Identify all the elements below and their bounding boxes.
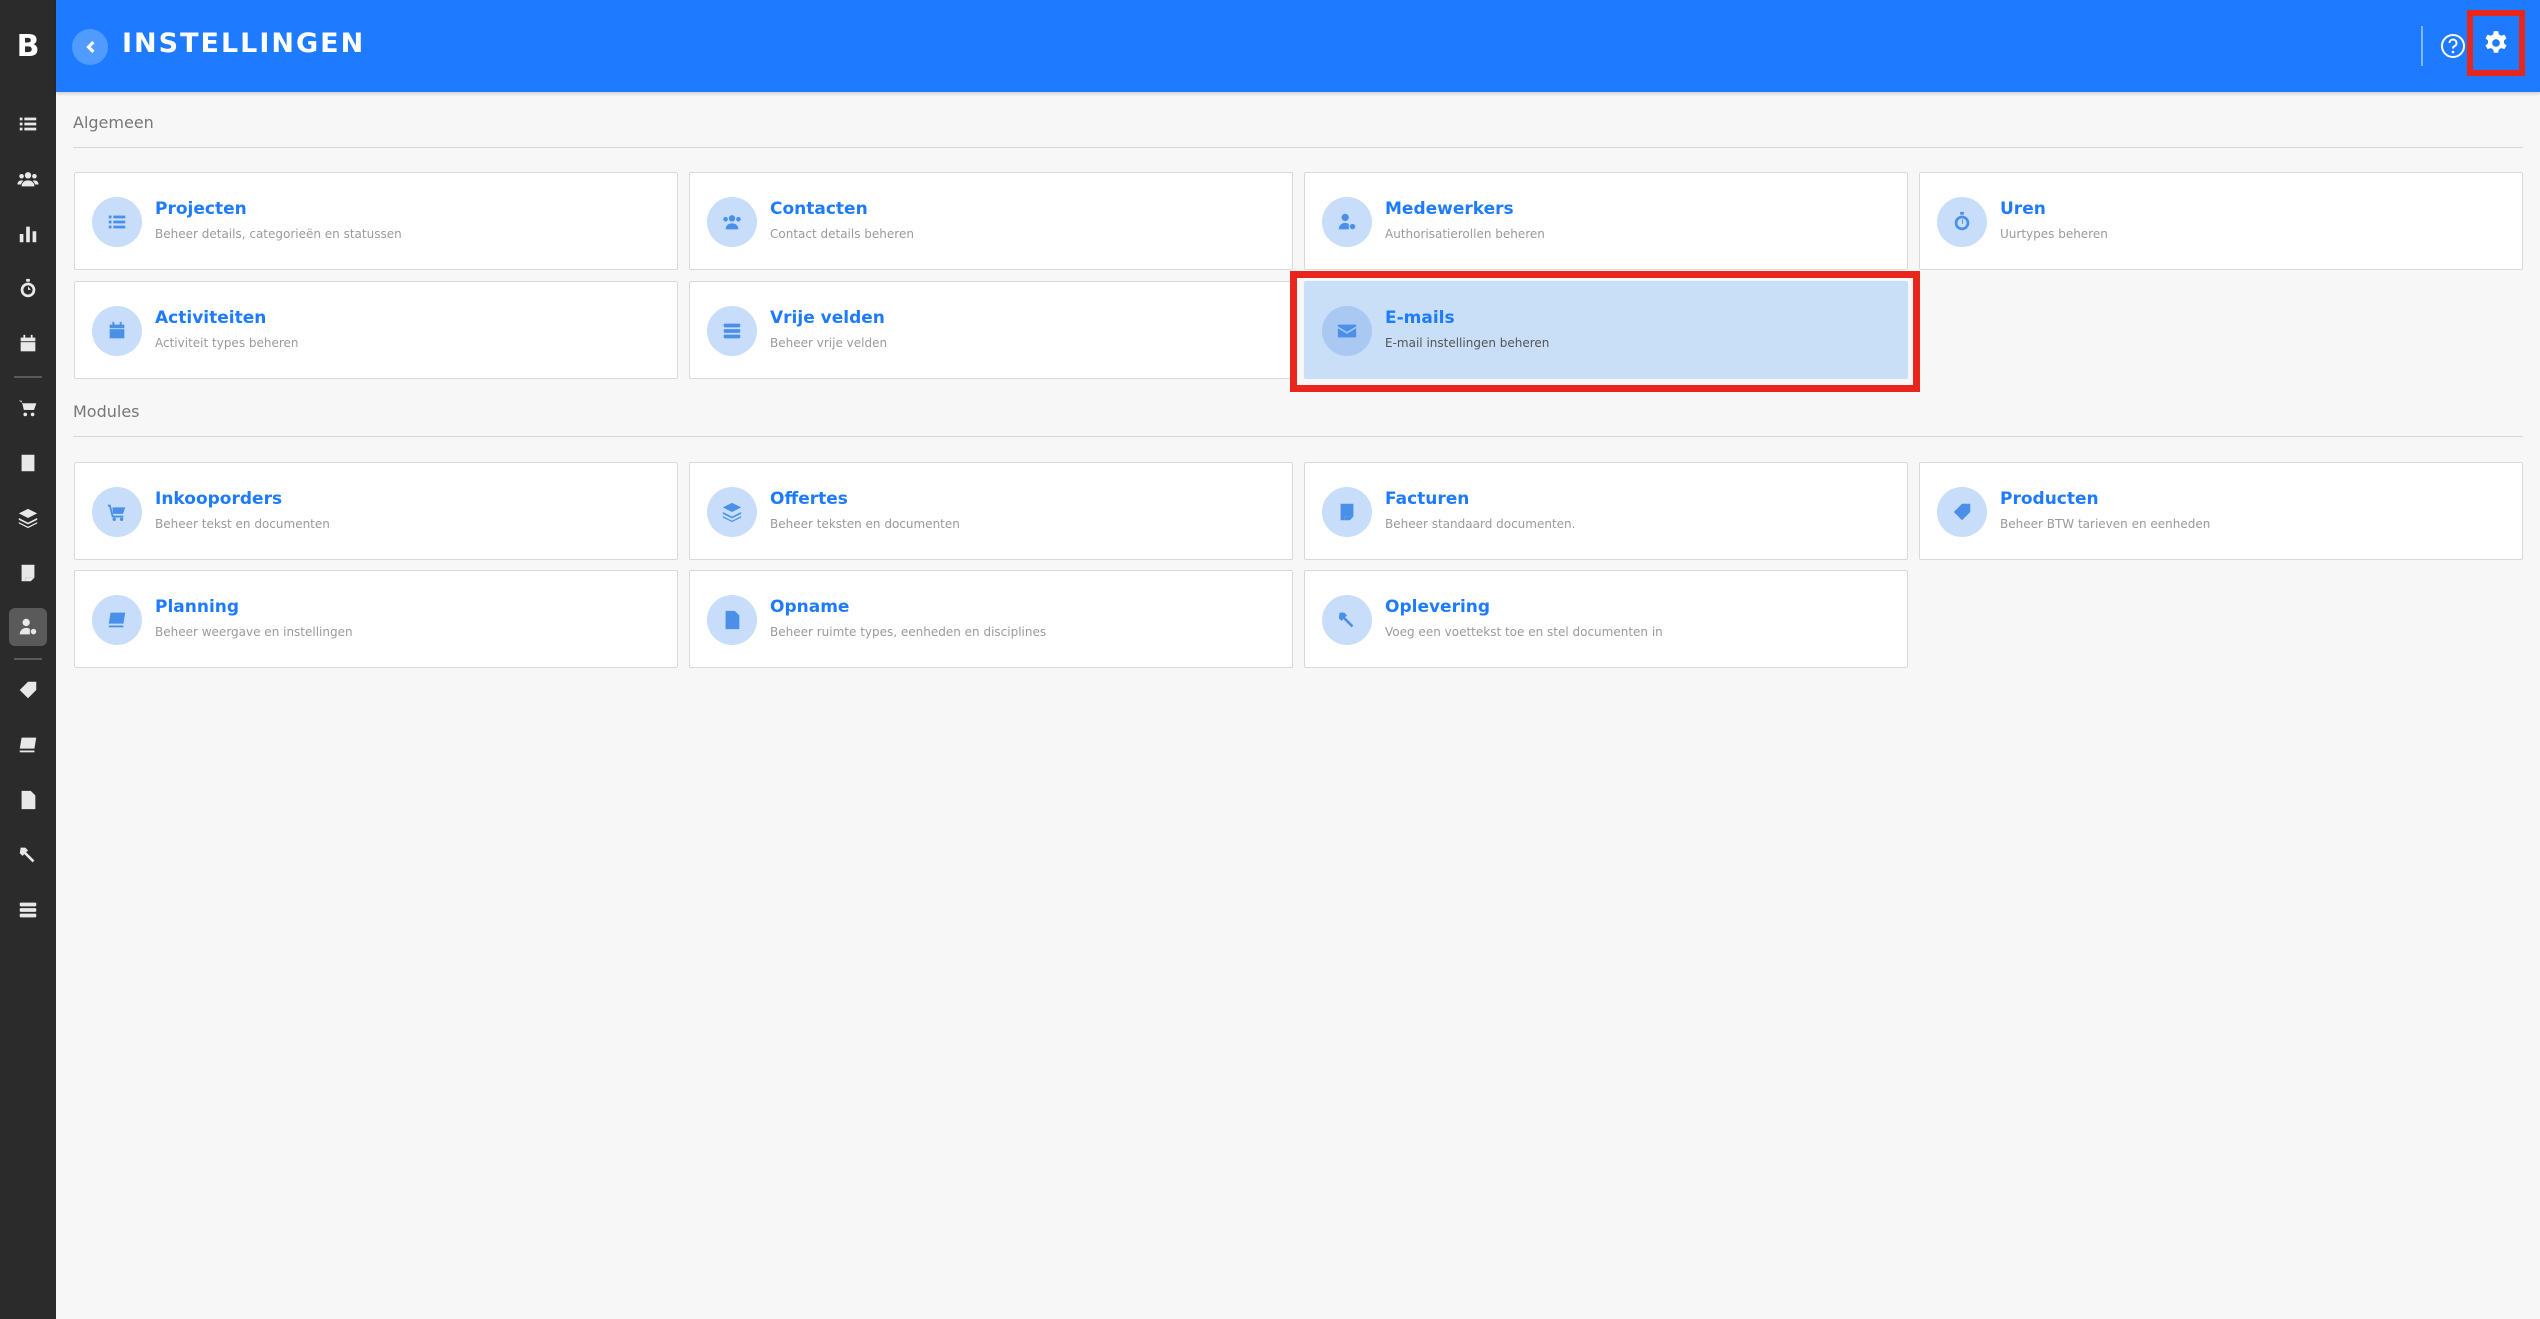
card-title: Opname <box>770 597 850 617</box>
card-projecten[interactable]: Projecten Beheer details, categorieën en… <box>74 172 678 270</box>
help-button[interactable] <box>2436 29 2470 63</box>
card-contacten[interactable]: Contacten Contact details beheren <box>689 172 1293 270</box>
settings-button[interactable] <box>2467 10 2525 76</box>
highlight-annotation <box>1290 271 1920 392</box>
sidebar-contacts-icon[interactable] <box>12 163 44 195</box>
cart-icon <box>92 487 142 537</box>
card-vrije-velden[interactable]: Vrije velden Beheer vrije velden <box>689 281 1293 379</box>
sidebar: B <box>0 0 56 1319</box>
section-title-general: Algemeen <box>73 113 154 132</box>
sidebar-projects-icon[interactable] <box>12 108 44 140</box>
sidebar-fields-icon[interactable] <box>12 894 44 926</box>
card-opname[interactable]: Opname Beheer ruimte types, eenheden en … <box>689 570 1293 668</box>
sidebar-opname-icon[interactable] <box>12 784 44 816</box>
chevron-left-icon <box>86 41 95 53</box>
list-icon <box>92 197 142 247</box>
sidebar-divider <box>14 658 42 660</box>
sidebar-purchase-orders-icon[interactable] <box>12 392 44 424</box>
layers-icon <box>707 487 757 537</box>
sidebar-documents-icon[interactable] <box>12 447 44 479</box>
card-title: Facturen <box>1385 489 1470 509</box>
card-uren[interactable]: Uren Uurtypes beheren <box>1919 172 2523 270</box>
calendar-icon <box>92 306 142 356</box>
card-subtitle: Beheer weergave en instellingen <box>155 625 353 639</box>
card-subtitle: Beheer vrije velden <box>770 336 888 350</box>
sidebar-invoices-icon[interactable] <box>12 557 44 589</box>
file-plus-icon <box>707 595 757 645</box>
card-subtitle: Beheer teksten en documenten <box>770 517 960 531</box>
tools-icon <box>1322 595 1372 645</box>
fields-icon <box>707 306 757 356</box>
card-title: Contacten <box>770 199 868 219</box>
card-title: Offertes <box>770 489 848 509</box>
back-button[interactable] <box>72 29 108 65</box>
question-circle-icon <box>2441 34 2465 58</box>
invoice-icon <box>1322 487 1372 537</box>
card-title: Vrije velden <box>770 308 885 328</box>
card-subtitle: Beheer BTW tarieven en eenheden <box>2000 517 2211 531</box>
sidebar-hours-icon[interactable] <box>12 273 44 305</box>
sidebar-divider <box>14 376 42 378</box>
card-title: Medewerkers <box>1385 199 1514 219</box>
card-title: Activiteiten <box>155 308 267 328</box>
card-oplevering[interactable]: Oplevering Voeg een voettekst toe en ste… <box>1304 570 1908 668</box>
sidebar-planning-icon[interactable] <box>12 729 44 761</box>
header-divider <box>2421 26 2423 66</box>
card-subtitle: Beheer details, categorieën en statussen <box>155 227 402 241</box>
users-icon <box>707 197 757 247</box>
card-subtitle: Beheer tekst en documenten <box>155 517 330 531</box>
tag-icon <box>1937 487 1987 537</box>
stopwatch-icon <box>1937 197 1987 247</box>
card-title: Projecten <box>155 199 247 219</box>
card-subtitle: Authorisatierollen beheren <box>1385 227 1545 241</box>
card-inkooporders[interactable]: Inkooporders Beheer tekst en documenten <box>74 462 678 560</box>
app-logo[interactable]: B <box>0 0 56 92</box>
card-subtitle: Beheer standaard documenten. <box>1385 517 1576 531</box>
sidebar-products-icon[interactable] <box>12 674 44 706</box>
user-key-icon <box>1322 197 1372 247</box>
card-offertes[interactable]: Offertes Beheer teksten en documenten <box>689 462 1293 560</box>
card-subtitle: Activiteit types beheren <box>155 336 299 350</box>
card-subtitle: Beheer ruimte types, eenheden en discipl… <box>770 625 1047 639</box>
card-title: Planning <box>155 597 240 617</box>
sidebar-oplevering-icon[interactable] <box>12 839 44 871</box>
card-medewerkers[interactable]: Medewerkers Authorisatierollen beheren <box>1304 172 1908 270</box>
card-title: Inkooporders <box>155 489 283 509</box>
card-subtitle: Contact details beheren <box>770 227 914 241</box>
sidebar-activities-icon[interactable] <box>12 328 44 360</box>
card-title: Producten <box>2000 489 2099 509</box>
planning-icon <box>92 595 142 645</box>
section-divider <box>73 147 2523 148</box>
top-header: INSTELLINGEN <box>56 0 2540 92</box>
card-facturen[interactable]: Facturen Beheer standaard documenten. <box>1304 462 1908 560</box>
card-subtitle: Voeg een voettekst toe en stel documente… <box>1385 625 1663 639</box>
card-title: Oplevering <box>1385 597 1491 617</box>
section-divider <box>73 436 2523 437</box>
page-title: INSTELLINGEN <box>122 28 366 59</box>
card-planning[interactable]: Planning Beheer weergave en instellingen <box>74 570 678 668</box>
card-activiteiten[interactable]: Activiteiten Activiteit types beheren <box>74 281 678 379</box>
gear-icon <box>2485 31 2507 53</box>
sidebar-reports-icon[interactable] <box>12 218 44 250</box>
section-title-modules: Modules <box>73 402 140 421</box>
card-title: Uren <box>2000 199 2046 219</box>
sidebar-settings-active-icon[interactable] <box>9 608 47 646</box>
sidebar-quotes-icon[interactable] <box>12 502 44 534</box>
card-producten[interactable]: Producten Beheer BTW tarieven en eenhede… <box>1919 462 2523 560</box>
card-subtitle: Uurtypes beheren <box>2000 227 2108 241</box>
